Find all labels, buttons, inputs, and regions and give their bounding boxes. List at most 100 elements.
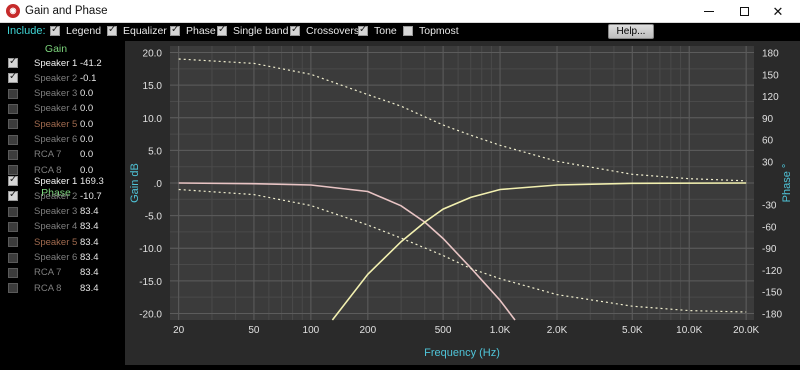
option-label: Single band xyxy=(233,25,289,37)
phase-checkbox[interactable] xyxy=(8,237,18,248)
phase-row[interactable]: Speaker 5 83.4 xyxy=(8,235,99,249)
y2-tick-label: 60 xyxy=(762,136,774,147)
gain-value: 0.0 xyxy=(80,103,94,115)
option-phase[interactable]: Phase xyxy=(170,24,216,37)
option-label: Tone xyxy=(374,25,397,37)
phase-row[interactable]: Speaker 6 83.4 xyxy=(8,251,99,265)
phase-channel-name: Speaker 3 xyxy=(34,206,78,218)
gain-checkbox[interactable] xyxy=(8,103,18,114)
chart-svg: 20 50 100 200 500 1.0K 2.0K 5.0K 10.0K 20.0K 20.0 1… xyxy=(129,46,793,359)
phase-value: 169.3 xyxy=(80,175,104,187)
gain-checkbox[interactable] xyxy=(8,56,18,68)
y-tick-label: 20.0 xyxy=(143,49,163,60)
gain-row[interactable]: RCA 7 0.0 xyxy=(8,148,93,162)
y-tick-label: 15.0 xyxy=(143,81,163,92)
gain-value: 0.0 xyxy=(80,118,94,130)
phase-value: -10.7 xyxy=(80,190,102,202)
phase-value: 83.4 xyxy=(80,252,99,263)
include-label: Include: xyxy=(7,25,46,37)
y-tick-label: 10.0 xyxy=(143,114,163,125)
phase-value: 83.4 xyxy=(80,221,99,233)
gain-row[interactable]: Speaker 3 0.0 xyxy=(8,87,93,101)
single-band-checkbox[interactable] xyxy=(217,24,227,36)
x-tick-label: 5.0K xyxy=(622,325,643,336)
phase-checkbox[interactable] xyxy=(8,267,18,278)
gain-value: -0.1 xyxy=(80,72,97,84)
option-equalizer[interactable]: Equalizer xyxy=(107,24,167,37)
phase-row[interactable]: Speaker 1169.3 xyxy=(8,174,104,188)
gain-channel-name: Speaker 3 xyxy=(34,88,78,100)
phase-value: 83.4 xyxy=(80,206,99,218)
phase-channel-name: Speaker 2 xyxy=(34,190,78,202)
phase-row[interactable]: Speaker 3 83.4 xyxy=(8,205,99,219)
channel-panel: Gain Speaker 1-41.2Speaker 2-0.1Speaker … xyxy=(0,41,125,365)
phase-checkbox[interactable] xyxy=(8,174,18,186)
phase-value: 83.4 xyxy=(80,236,99,248)
gain-checkbox[interactable] xyxy=(8,149,18,160)
gain-row[interactable]: Speaker 1-41.2 xyxy=(8,56,102,70)
y2-tick-label: -30 xyxy=(762,201,777,212)
y2-axis-label: Phase ° xyxy=(781,164,793,203)
phase-row[interactable]: RCA 8 83.4 xyxy=(8,281,99,295)
option-single-band[interactable]: Single band xyxy=(217,24,289,37)
option-crossovers[interactable]: Crossovers xyxy=(290,24,359,37)
tone-checkbox[interactable] xyxy=(358,24,368,36)
option-legend[interactable]: Legend xyxy=(50,24,102,37)
equalizer-checkbox[interactable] xyxy=(107,24,117,36)
y-axis-label: Gain dB xyxy=(129,163,141,203)
phase-checkbox[interactable] xyxy=(8,252,18,263)
y2-tick-label: -90 xyxy=(762,244,777,255)
crossovers-checkbox[interactable] xyxy=(290,24,300,36)
phase-checkbox[interactable] xyxy=(8,206,18,217)
help-button[interactable]: Help... xyxy=(608,24,654,39)
gain-value: 0.0 xyxy=(80,134,94,145)
y-tick-label: .0 xyxy=(154,179,163,190)
phase-checkbox[interactable] xyxy=(8,189,18,202)
topmost-checkbox[interactable] xyxy=(403,26,413,36)
y-tick-label: -10.0 xyxy=(139,244,162,255)
phase-checkbox[interactable] xyxy=(8,221,18,232)
y-tick-label: -15.0 xyxy=(139,277,162,288)
x-tick-label: 1.0K xyxy=(490,325,511,336)
gain-row[interactable]: Speaker 5 0.0 xyxy=(8,117,93,131)
option-label: Legend xyxy=(66,25,102,37)
gain-channel-name: Speaker 2 xyxy=(34,72,78,84)
phase-row[interactable]: RCA 7 83.4 xyxy=(8,266,99,280)
gain-checkbox[interactable] xyxy=(8,71,18,84)
y2-tick-label: 30 xyxy=(762,157,774,168)
y2-tick-label: 150 xyxy=(762,70,779,81)
gain-value: -41.2 xyxy=(80,57,102,69)
phase-checkbox[interactable] xyxy=(170,24,180,36)
legend-checkbox[interactable] xyxy=(50,24,60,36)
option-label: Phase xyxy=(186,25,216,37)
gain-row[interactable]: Speaker 6 0.0 xyxy=(8,133,93,147)
gain-row[interactable]: Speaker 4 0.0 xyxy=(8,102,93,116)
close-button[interactable]: ✕ xyxy=(755,0,800,23)
gain-channel-name: Speaker 1 xyxy=(34,57,78,69)
x-tick-label: 2.0K xyxy=(547,325,568,336)
gain-checkbox[interactable] xyxy=(8,119,18,130)
y2-tick-label: -120 xyxy=(762,266,782,277)
x-axis-label: Frequency (Hz) xyxy=(424,347,500,359)
include-bar: Include: Legend Equalizer Phase Single b… xyxy=(0,23,800,41)
x-tick-label: 100 xyxy=(303,325,320,336)
x-tick-label: 20 xyxy=(173,325,185,336)
gain-channel-name: RCA 7 xyxy=(34,149,62,161)
option-topmost[interactable]: Topmost xyxy=(403,25,459,37)
y2-tick-label: -150 xyxy=(762,288,782,299)
y2-tick-label: 120 xyxy=(762,92,779,103)
gain-section-title: Gain xyxy=(44,43,68,55)
gain-row[interactable]: Speaker 2-0.1 xyxy=(8,71,96,85)
phase-channel-name: Speaker 1 xyxy=(34,175,78,187)
phase-channel-name: Speaker 5 xyxy=(34,236,78,248)
x-tick-label: 500 xyxy=(435,325,452,336)
phase-checkbox[interactable] xyxy=(8,283,18,294)
phase-row[interactable]: Speaker 4 83.4 xyxy=(8,220,99,234)
gain-checkbox[interactable] xyxy=(8,134,18,145)
option-tone[interactable]: Tone xyxy=(358,24,397,37)
phase-row[interactable]: Speaker 2-10.7 xyxy=(8,189,102,203)
gain-channel-name: Speaker 5 xyxy=(34,118,78,130)
gain-channel-name: Speaker 6 xyxy=(34,134,78,145)
phase-channel-name: RCA 7 xyxy=(34,267,62,279)
gain-checkbox[interactable] xyxy=(8,88,18,99)
